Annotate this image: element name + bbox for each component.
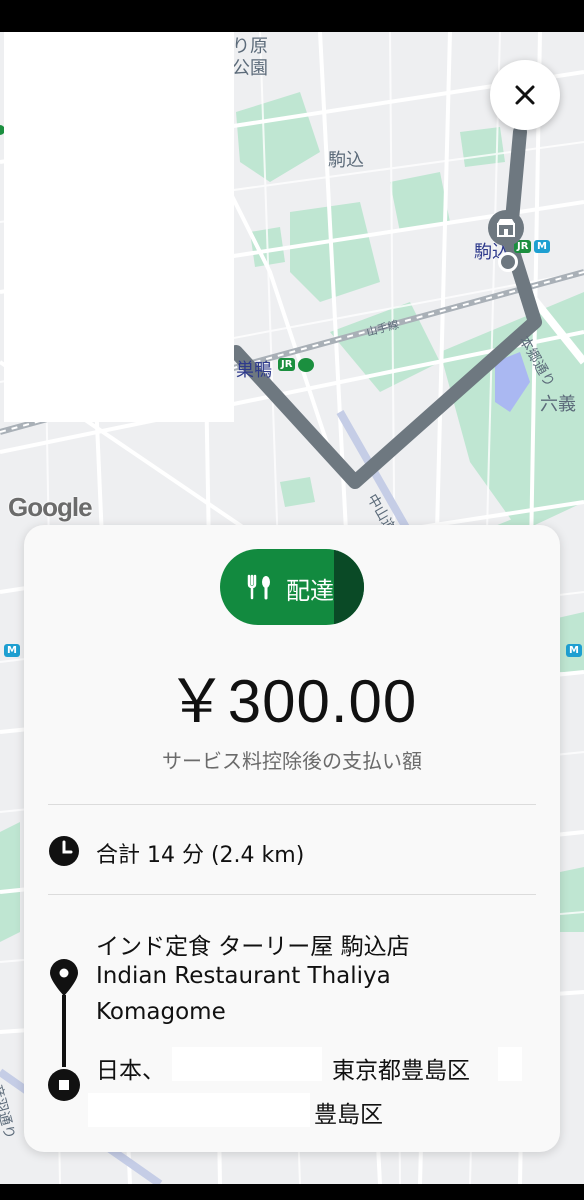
- payout-amount: ￥300.00: [166, 668, 418, 735]
- google-logo: Google: [8, 492, 93, 522]
- trip-duration: 合計 14 分 (2.4 km): [96, 843, 305, 868]
- pickup-name-en-2: Komagome: [96, 999, 226, 1025]
- stop-square-icon: [48, 1069, 80, 1101]
- pill-shade: [334, 549, 364, 625]
- redacted-address-3: [88, 1093, 310, 1127]
- map-label-sugamo: 巣鴨: [236, 360, 272, 381]
- store-pin-icon[interactable]: [488, 210, 524, 246]
- status-bar: [0, 0, 584, 32]
- clock-icon: [49, 836, 79, 866]
- redacted-address-1: [172, 1047, 322, 1081]
- payout-subtitle: サービス料控除後の支払い額: [162, 749, 422, 773]
- map-label-park: 公園: [232, 58, 268, 79]
- redacted-address-2: [498, 1047, 522, 1081]
- fork-spoon-icon: [247, 574, 270, 600]
- jr-badge-sugamo: JR: [278, 358, 296, 371]
- map-label-komagome: 駒込: [328, 150, 364, 171]
- tree-icon: [298, 358, 314, 372]
- pin-icon: [50, 959, 78, 996]
- metro-badge-left: M: [4, 644, 20, 657]
- metro-badge-komagome: M: [534, 240, 550, 253]
- screen: り原 公園 駒込 駒込 巣鴨 山手線 本郷通り 六義 中山道 音羽通り JR J…: [0, 0, 584, 1200]
- dropoff-country: 日本、: [96, 1058, 165, 1084]
- map-label-rikugi: 六義: [540, 394, 576, 415]
- route-connector-line: [62, 995, 66, 1067]
- delivery-type-pill: 配達: [220, 549, 364, 625]
- metro-badge-right: M: [566, 644, 582, 657]
- redacted-area: [4, 32, 234, 422]
- delivery-type-label: 配達: [286, 577, 334, 605]
- close-button[interactable]: [490, 60, 560, 130]
- divider-middle: [48, 894, 536, 895]
- dropoff-city: 東京都豊島区: [332, 1058, 470, 1084]
- close-icon: [515, 85, 535, 105]
- pickup-name-en: Indian Restaurant Thaliya: [96, 963, 391, 989]
- route-start-dot: [498, 252, 518, 272]
- pickup-name-ja: インド定食 ターリー屋 駒込店: [96, 934, 410, 960]
- dropoff-ward: 豊島区: [314, 1102, 383, 1128]
- navigation-bar: [0, 1184, 584, 1200]
- delivery-offer-card[interactable]: 配達 ￥300.00 サービス料控除後の支払い額 合計 14 分 (2.4 km…: [24, 525, 560, 1152]
- divider-top: [48, 804, 536, 805]
